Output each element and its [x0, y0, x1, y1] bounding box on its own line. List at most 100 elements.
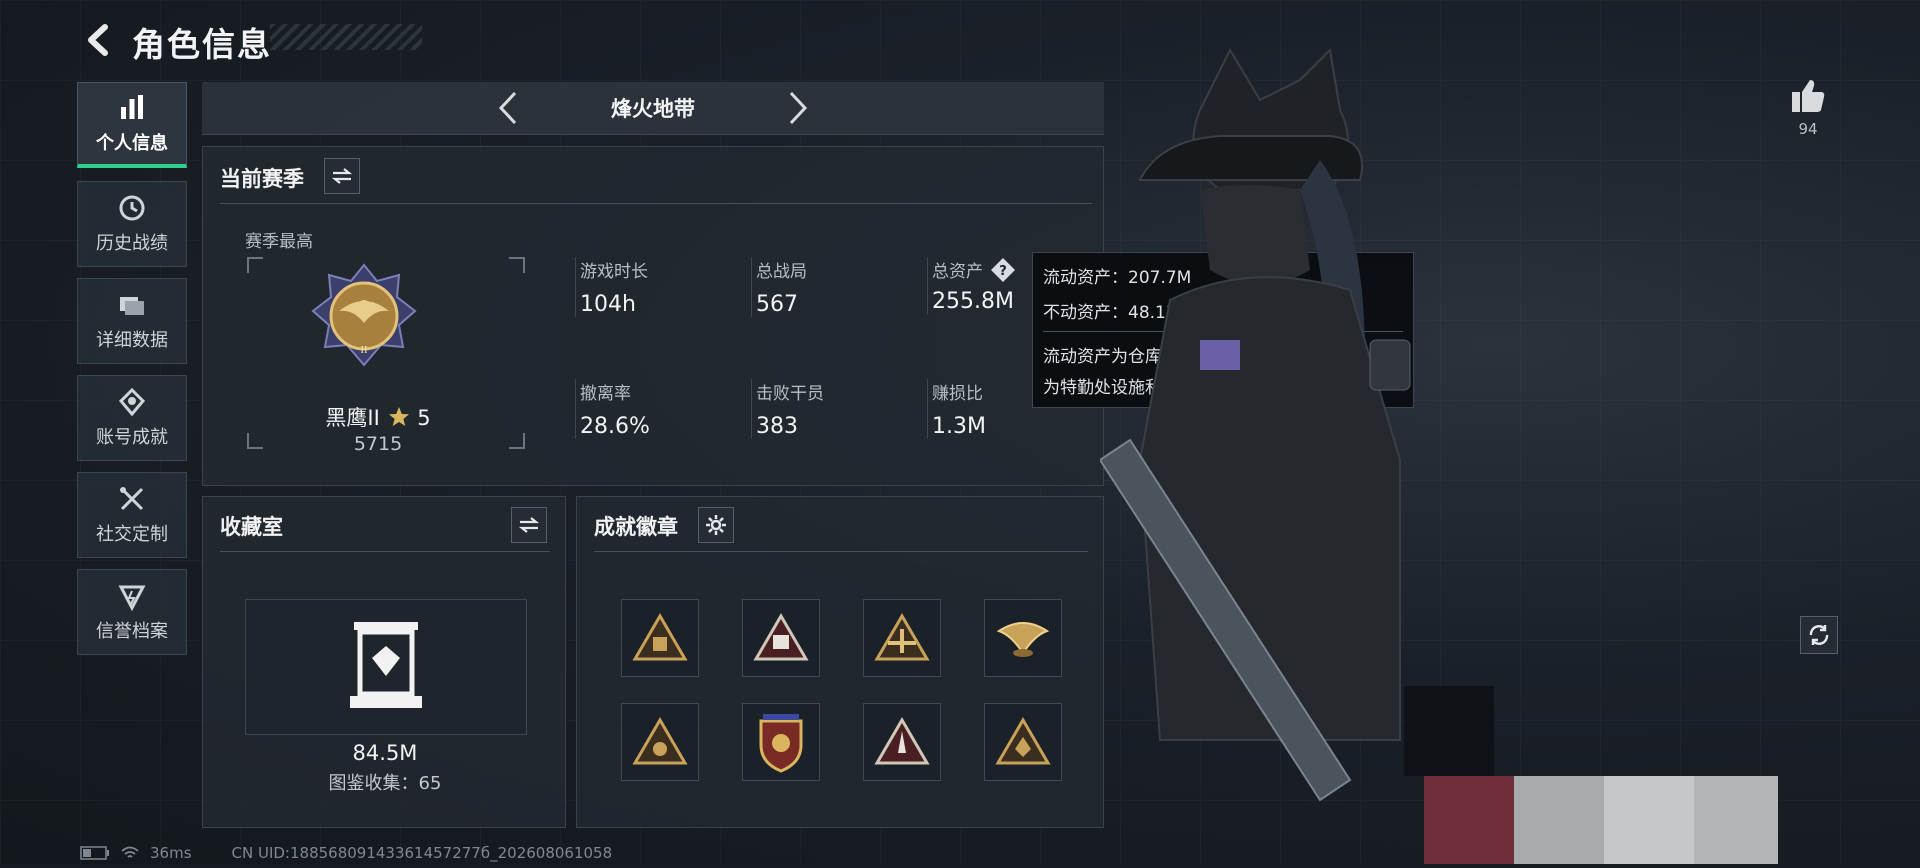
stat-total-matches: 总战局 567: [751, 257, 807, 317]
chevron-left-icon: [498, 91, 517, 125]
collection-switch-button[interactable]: [511, 507, 547, 543]
chevron-right-icon: [789, 91, 808, 125]
character-model: [1098, 40, 1660, 864]
sidebar-item-achievements[interactable]: 账号成就: [77, 375, 187, 461]
season-title: 当前赛季: [220, 167, 304, 191]
stat-kills: 击败干员 383: [751, 379, 824, 439]
stat-value: 567: [756, 292, 798, 317]
star-icon: [388, 407, 409, 426]
badge-grid: [621, 599, 1062, 781]
divider: [220, 551, 550, 552]
prev-mode-button[interactable]: [483, 83, 533, 133]
stat-label: 总战局: [756, 262, 807, 282]
swap-icon: [331, 168, 353, 184]
stat-value: 104h: [580, 292, 636, 317]
achievement-badge[interactable]: [863, 703, 941, 781]
achievements-panel: 成就徽章: [576, 496, 1104, 828]
like-button[interactable]: 94: [1784, 76, 1832, 138]
achievement-badge[interactable]: [621, 703, 699, 781]
achievement-badge[interactable]: [742, 599, 820, 677]
sidebar-item-label: 账号成就: [96, 427, 168, 448]
tools-icon: [120, 487, 144, 511]
collection-room-preview[interactable]: [245, 599, 527, 735]
stat-value: 1.3M: [932, 414, 986, 439]
mode-name: 烽火地带: [611, 97, 695, 121]
stat-label: 撤离率: [580, 384, 631, 404]
divider: [594, 551, 1088, 552]
badge-triangle-icon: [632, 717, 688, 765]
divider: [220, 203, 1092, 204]
achievement-badge[interactable]: [984, 703, 1062, 781]
stat-total-assets: 总资产 ? 255.8M: [927, 257, 1016, 314]
badge-eagle-icon: [996, 622, 1050, 657]
badge-triangle-icon: [874, 717, 930, 765]
stat-extract-rate: 撤离率 28.6%: [575, 379, 650, 439]
help-icon[interactable]: ?: [990, 257, 1016, 283]
sidebar-item-label: 信誉档案: [96, 621, 168, 642]
folder-icon: [120, 297, 144, 315]
uid-text: CN UID:18856809143361457277б_20260806105…: [231, 844, 613, 862]
title-decoration: [270, 24, 422, 50]
mode-selector: 烽火地带: [202, 82, 1104, 135]
stat-play-time: 游戏时长 104h: [575, 257, 648, 317]
credit-icon: [118, 585, 146, 611]
stat-label: 击败干员: [756, 384, 824, 404]
stat-profit-ratio: 赚损比 1.3M: [927, 379, 986, 439]
page-title: 角色信息: [132, 25, 272, 64]
stat-value: 28.6%: [580, 414, 650, 439]
stat-value: 383: [756, 414, 798, 439]
rank-info: 黑鹰II 5: [243, 402, 513, 432]
gear-icon: [706, 515, 726, 535]
sidebar-item-label: 详细数据: [96, 330, 168, 351]
badge-triangle-icon: [632, 613, 688, 661]
collection-panel: 收藏室 84.5M 图鉴收集：65: [202, 496, 566, 828]
achievements-settings-button[interactable]: [698, 507, 734, 543]
rank-stars: 5: [417, 406, 431, 430]
history-icon: [119, 195, 145, 221]
back-button[interactable]: [78, 18, 118, 62]
battery-icon: [80, 846, 109, 860]
operator-figure-icon: [1098, 47, 1411, 802]
rank-emblem-icon: II: [311, 263, 417, 367]
season-panel: 当前赛季 赛季最高 II 黑鹰II 5 5715 游戏时长 104h 总战局 5…: [202, 146, 1104, 486]
achievement-badge[interactable]: [621, 599, 699, 677]
badge-triangle-icon: [753, 613, 809, 661]
status-bar: 36ms CN UID:18856809143361457277б_202608…: [80, 844, 612, 862]
rank-name: 黑鹰II: [325, 406, 380, 430]
stat-label: 总资产 ?: [932, 257, 1016, 283]
back-arrow-icon: [88, 24, 108, 56]
mosaic-block: [1424, 776, 1514, 864]
frame-corner: [247, 257, 263, 273]
achievement-badge[interactable]: [742, 703, 820, 781]
achievement-icon: [118, 387, 146, 417]
collection-title: 收藏室: [220, 515, 283, 539]
stat-label-text: 总资产: [932, 262, 983, 282]
rotate-model-button[interactable]: [1800, 616, 1838, 654]
showcase-icon: [350, 622, 422, 708]
mosaic-block: [1694, 776, 1778, 864]
next-mode-button[interactable]: [773, 83, 823, 133]
sidebar-item-personal-info[interactable]: 个人信息: [77, 82, 187, 168]
sidebar-item-label: 历史战绩: [96, 233, 168, 254]
wifi-icon: [121, 846, 139, 858]
badge-shield-icon: [759, 714, 803, 773]
season-switch-button[interactable]: [324, 158, 360, 194]
sidebar-item-label: 个人信息: [96, 132, 168, 154]
ping-value: 36ms: [150, 844, 192, 862]
sidebar-item-history[interactable]: 历史战绩: [77, 181, 187, 267]
refresh-icon: [1809, 625, 1829, 645]
sidebar-item-social[interactable]: 社交定制: [77, 472, 187, 558]
achievement-badge[interactable]: [984, 599, 1062, 677]
badge-triangle-icon: [995, 717, 1051, 765]
mosaic-block: [1604, 776, 1694, 864]
mosaic-block: [1404, 686, 1494, 776]
svg-text:II: II: [360, 344, 368, 356]
stat-label: 游戏时长: [580, 262, 648, 282]
season-best-label: 赛季最高: [245, 232, 313, 252]
catalog-count: 图鉴收集：65: [328, 773, 442, 794]
sidebar-item-details[interactable]: 详细数据: [77, 278, 187, 364]
frame-corner: [509, 257, 525, 273]
sidebar-item-credit[interactable]: 信誉档案: [77, 569, 187, 655]
achievement-badge[interactable]: [863, 599, 941, 677]
achievements-title: 成就徽章: [594, 515, 678, 539]
